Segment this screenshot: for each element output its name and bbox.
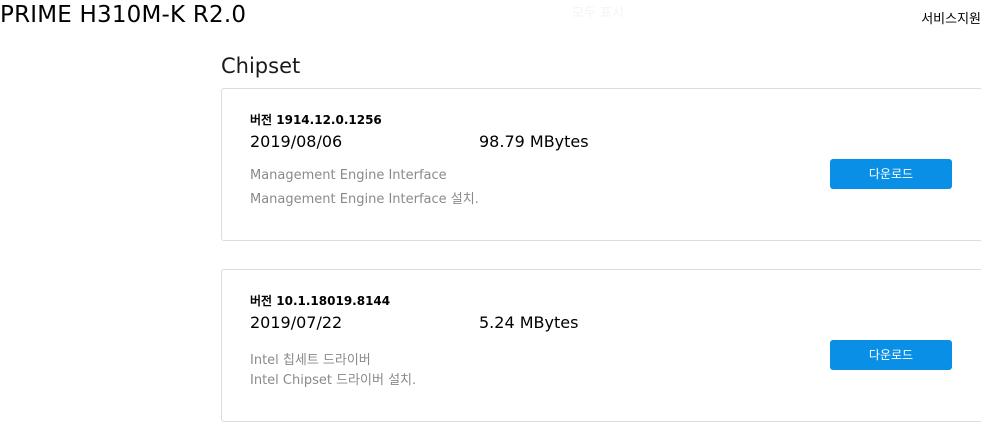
driver-date: 2019/07/22 [250,313,343,332]
driver-version: 버전 10.1.18019.8144 [250,294,391,308]
section-title: Chipset [221,54,301,78]
driver-size: 98.79 MBytes [479,132,589,151]
product-title: PRIME H310M-K R2.0 [0,2,247,28]
download-button[interactable]: 다운로드 [830,340,952,370]
driver-title: Management Engine Interface [250,168,447,183]
driver-size: 5.24 MBytes [479,313,579,332]
download-button[interactable]: 다운로드 [830,159,952,189]
driver-title: Intel 칩세트 드라이버 [250,353,371,368]
driver-card: 버전 10.1.18019.8144 2019/07/22 5.24 MByte… [221,269,981,422]
show-all-link[interactable]: 모두 표시 [572,2,624,21]
driver-description: Intel Chipset 드라이버 설치. [250,373,417,388]
driver-date: 2019/08/06 [250,132,343,151]
service-support-link[interactable]: 서비스지원 [921,8,981,27]
driver-version: 버전 1914.12.0.1256 [250,113,382,127]
driver-description: Management Engine Interface 설치. [250,192,479,207]
driver-card: 버전 1914.12.0.1256 2019/08/06 98.79 MByte… [221,88,981,241]
